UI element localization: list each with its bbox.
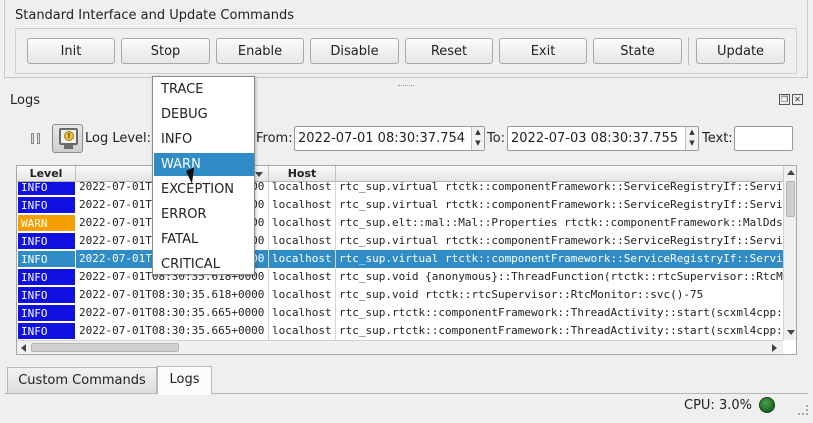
horizontal-scroll-thumb[interactable] <box>31 343 179 352</box>
vertical-scrollbar[interactable] <box>783 166 796 340</box>
vertical-scroll-thumb[interactable] <box>786 181 795 217</box>
message-cell: rtc_sup.elt::mal::Mal::Properties rtctk:… <box>339 216 783 229</box>
timestamp-cell: 2022-07-01T08:30:35.618+0000 <box>76 286 269 304</box>
log-level-cell: INFO <box>17 322 76 340</box>
log-level-option-fatal[interactable]: FATAL <box>154 228 254 251</box>
message-cell: rtc_sup.virtual rtctk::componentFramewor… <box>339 182 783 193</box>
scroll-down-icon[interactable] <box>787 330 795 335</box>
resize-grip[interactable] <box>798 405 808 415</box>
button-separator <box>688 37 689 65</box>
host-cell: localhost <box>269 304 336 322</box>
log-level-option-warn[interactable]: WARN <box>154 153 254 176</box>
table-row[interactable]: INFO2022-07-01T08:30:35.562+0000localhos… <box>17 250 783 268</box>
message-cell: rtc_sup.rtctk::componentFramework::Threa… <box>339 324 783 337</box>
host-cell: localhost <box>269 268 336 286</box>
enable-button[interactable]: Enable <box>216 38 304 64</box>
horizontal-scrollbar[interactable] <box>17 340 783 354</box>
from-spinner[interactable]: ▲ ▼ <box>471 127 484 150</box>
log-level-cell: WARN <box>17 214 76 232</box>
column-header-level[interactable]: Level <box>17 166 76 182</box>
log-level-cell: INFO <box>17 286 76 304</box>
standard-interface-title: Standard Interface and Update Commands <box>15 8 294 23</box>
message-cell: rtc_sup.rtctk::componentFramework::Threa… <box>339 306 783 319</box>
log-level-dropdown[interactable]: TRACE DEBUG INFO WARN EXCEPTION ERROR FATAL CRI… <box>152 76 255 275</box>
warning-icon: ! <box>64 131 74 141</box>
host-cell: localhost <box>269 182 336 196</box>
log-table[interactable]: Level Host INFO2022-07-01T08:30:35.452+0… <box>16 165 797 355</box>
to-datetime-input[interactable]: 2022-07-03 08:30:37.755 ▲ ▼ <box>507 126 699 151</box>
table-body: INFO2022-07-01T08:30:35.452+0000localhos… <box>17 182 783 340</box>
pause-icon <box>30 132 34 144</box>
host-cell: localhost <box>269 250 336 268</box>
timestamp-cell: 2022-07-01T08:30:35.665+0000 <box>76 304 269 322</box>
cpu-status-led-icon <box>759 397 775 413</box>
host-cell: localhost <box>269 214 336 232</box>
text-filter-label: Text: <box>702 131 733 146</box>
log-level-label: Log Level: <box>85 131 152 146</box>
stop-button[interactable]: Stop <box>121 38 210 64</box>
log-level-option-trace[interactable]: TRACE <box>154 78 254 101</box>
table-row[interactable]: INFO2022-07-01T08:30:35.562+0000localhos… <box>17 232 783 250</box>
sort-arrow-icon <box>255 172 263 177</box>
message-cell: rtc_sup.void rtctk::rtcSupervisor::RtcMo… <box>339 288 704 301</box>
table-row[interactable]: INFO 2022-07-01T08:30:35.618+0000 localhos… <box>17 268 783 286</box>
log-level-option-critical[interactable]: CRITICAL <box>154 253 254 276</box>
cpu-usage-label: CPU: 3.0% <box>684 398 752 413</box>
close-icon[interactable]: ✕ <box>792 94 803 105</box>
dock-controls: ❐ ✕ <box>779 94 803 105</box>
host-cell: localhost <box>269 286 336 304</box>
column-header-message[interactable] <box>336 166 783 182</box>
message-cell: rtc_sup.void {anonymous}::ThreadFunction… <box>339 270 783 283</box>
log-level-cell: INFO <box>17 304 76 322</box>
log-level-cell: INFO <box>17 250 76 268</box>
table-row[interactable]: INFO 2022-07-01T08:30:35.665+0000 localhos… <box>17 322 783 340</box>
host-cell: localhost <box>269 196 336 214</box>
text-filter-input[interactable] <box>734 126 793 151</box>
init-button[interactable]: Init <box>27 38 115 64</box>
message-cell: rtc_sup.virtual rtctk::componentFramewor… <box>339 252 783 265</box>
state-button[interactable]: State <box>593 38 682 64</box>
message-cell: rtc_sup.virtual rtctk::componentFramewor… <box>339 234 783 247</box>
log-level-cell: INFO <box>17 182 76 196</box>
table-row[interactable]: INFO2022-07-01T08:30:35.452+0000localhos… <box>17 196 783 214</box>
log-level-option-exception[interactable]: EXCEPTION <box>154 178 254 201</box>
disable-button[interactable]: Disable <box>310 38 399 64</box>
table-row[interactable]: INFO 2022-07-01T08:30:35.618+0000 localhos… <box>17 286 783 304</box>
to-spinner[interactable]: ▲ ▼ <box>685 127 698 150</box>
table-row[interactable]: INFO2022-07-01T08:30:35.452+0000localhos… <box>17 182 783 196</box>
log-level-option-error[interactable]: ERROR <box>154 203 254 226</box>
to-label: To: <box>487 131 506 146</box>
log-level-cell: INFO <box>17 268 76 286</box>
from-label: From: <box>256 131 293 146</box>
table-row[interactable]: WARN2022-07-01T08:30:35.508+0000localhos… <box>17 214 783 232</box>
log-level-filter-button[interactable]: ! <box>52 124 83 153</box>
tab-logs[interactable]: Logs <box>157 366 212 395</box>
log-level-cell: INFO <box>17 232 76 250</box>
reset-button[interactable]: Reset <box>405 38 493 64</box>
table-header: Level Host <box>17 166 783 182</box>
logs-dock-title: Logs <box>10 93 40 108</box>
table-row[interactable]: INFO 2022-07-01T08:30:35.665+0000 localhos… <box>17 304 783 322</box>
host-cell: localhost <box>269 322 336 340</box>
column-header-host[interactable]: Host <box>269 166 336 182</box>
splitter-handle[interactable] <box>398 85 414 88</box>
message-cell: rtc_sup.virtual rtctk::componentFramewor… <box>339 198 783 211</box>
host-cell: localhost <box>269 232 336 250</box>
scroll-left-icon[interactable] <box>21 344 26 352</box>
log-level-option-info[interactable]: INFO <box>154 128 254 151</box>
from-datetime-input[interactable]: 2022-07-01 08:30:37.754 ▲ ▼ <box>294 126 485 151</box>
scroll-up-icon[interactable] <box>787 170 795 175</box>
tab-custom-commands[interactable]: Custom Commands <box>7 367 157 394</box>
float-icon[interactable]: ❐ <box>779 94 790 105</box>
pause-button[interactable] <box>27 128 43 148</box>
exit-button[interactable]: Exit <box>499 38 587 64</box>
log-level-option-debug[interactable]: DEBUG <box>154 103 254 126</box>
timestamp-cell: 2022-07-01T08:30:35.665+0000 <box>76 322 269 340</box>
scroll-right-icon[interactable] <box>772 344 777 352</box>
update-button[interactable]: Update <box>696 38 785 64</box>
log-level-cell: INFO <box>17 196 76 214</box>
